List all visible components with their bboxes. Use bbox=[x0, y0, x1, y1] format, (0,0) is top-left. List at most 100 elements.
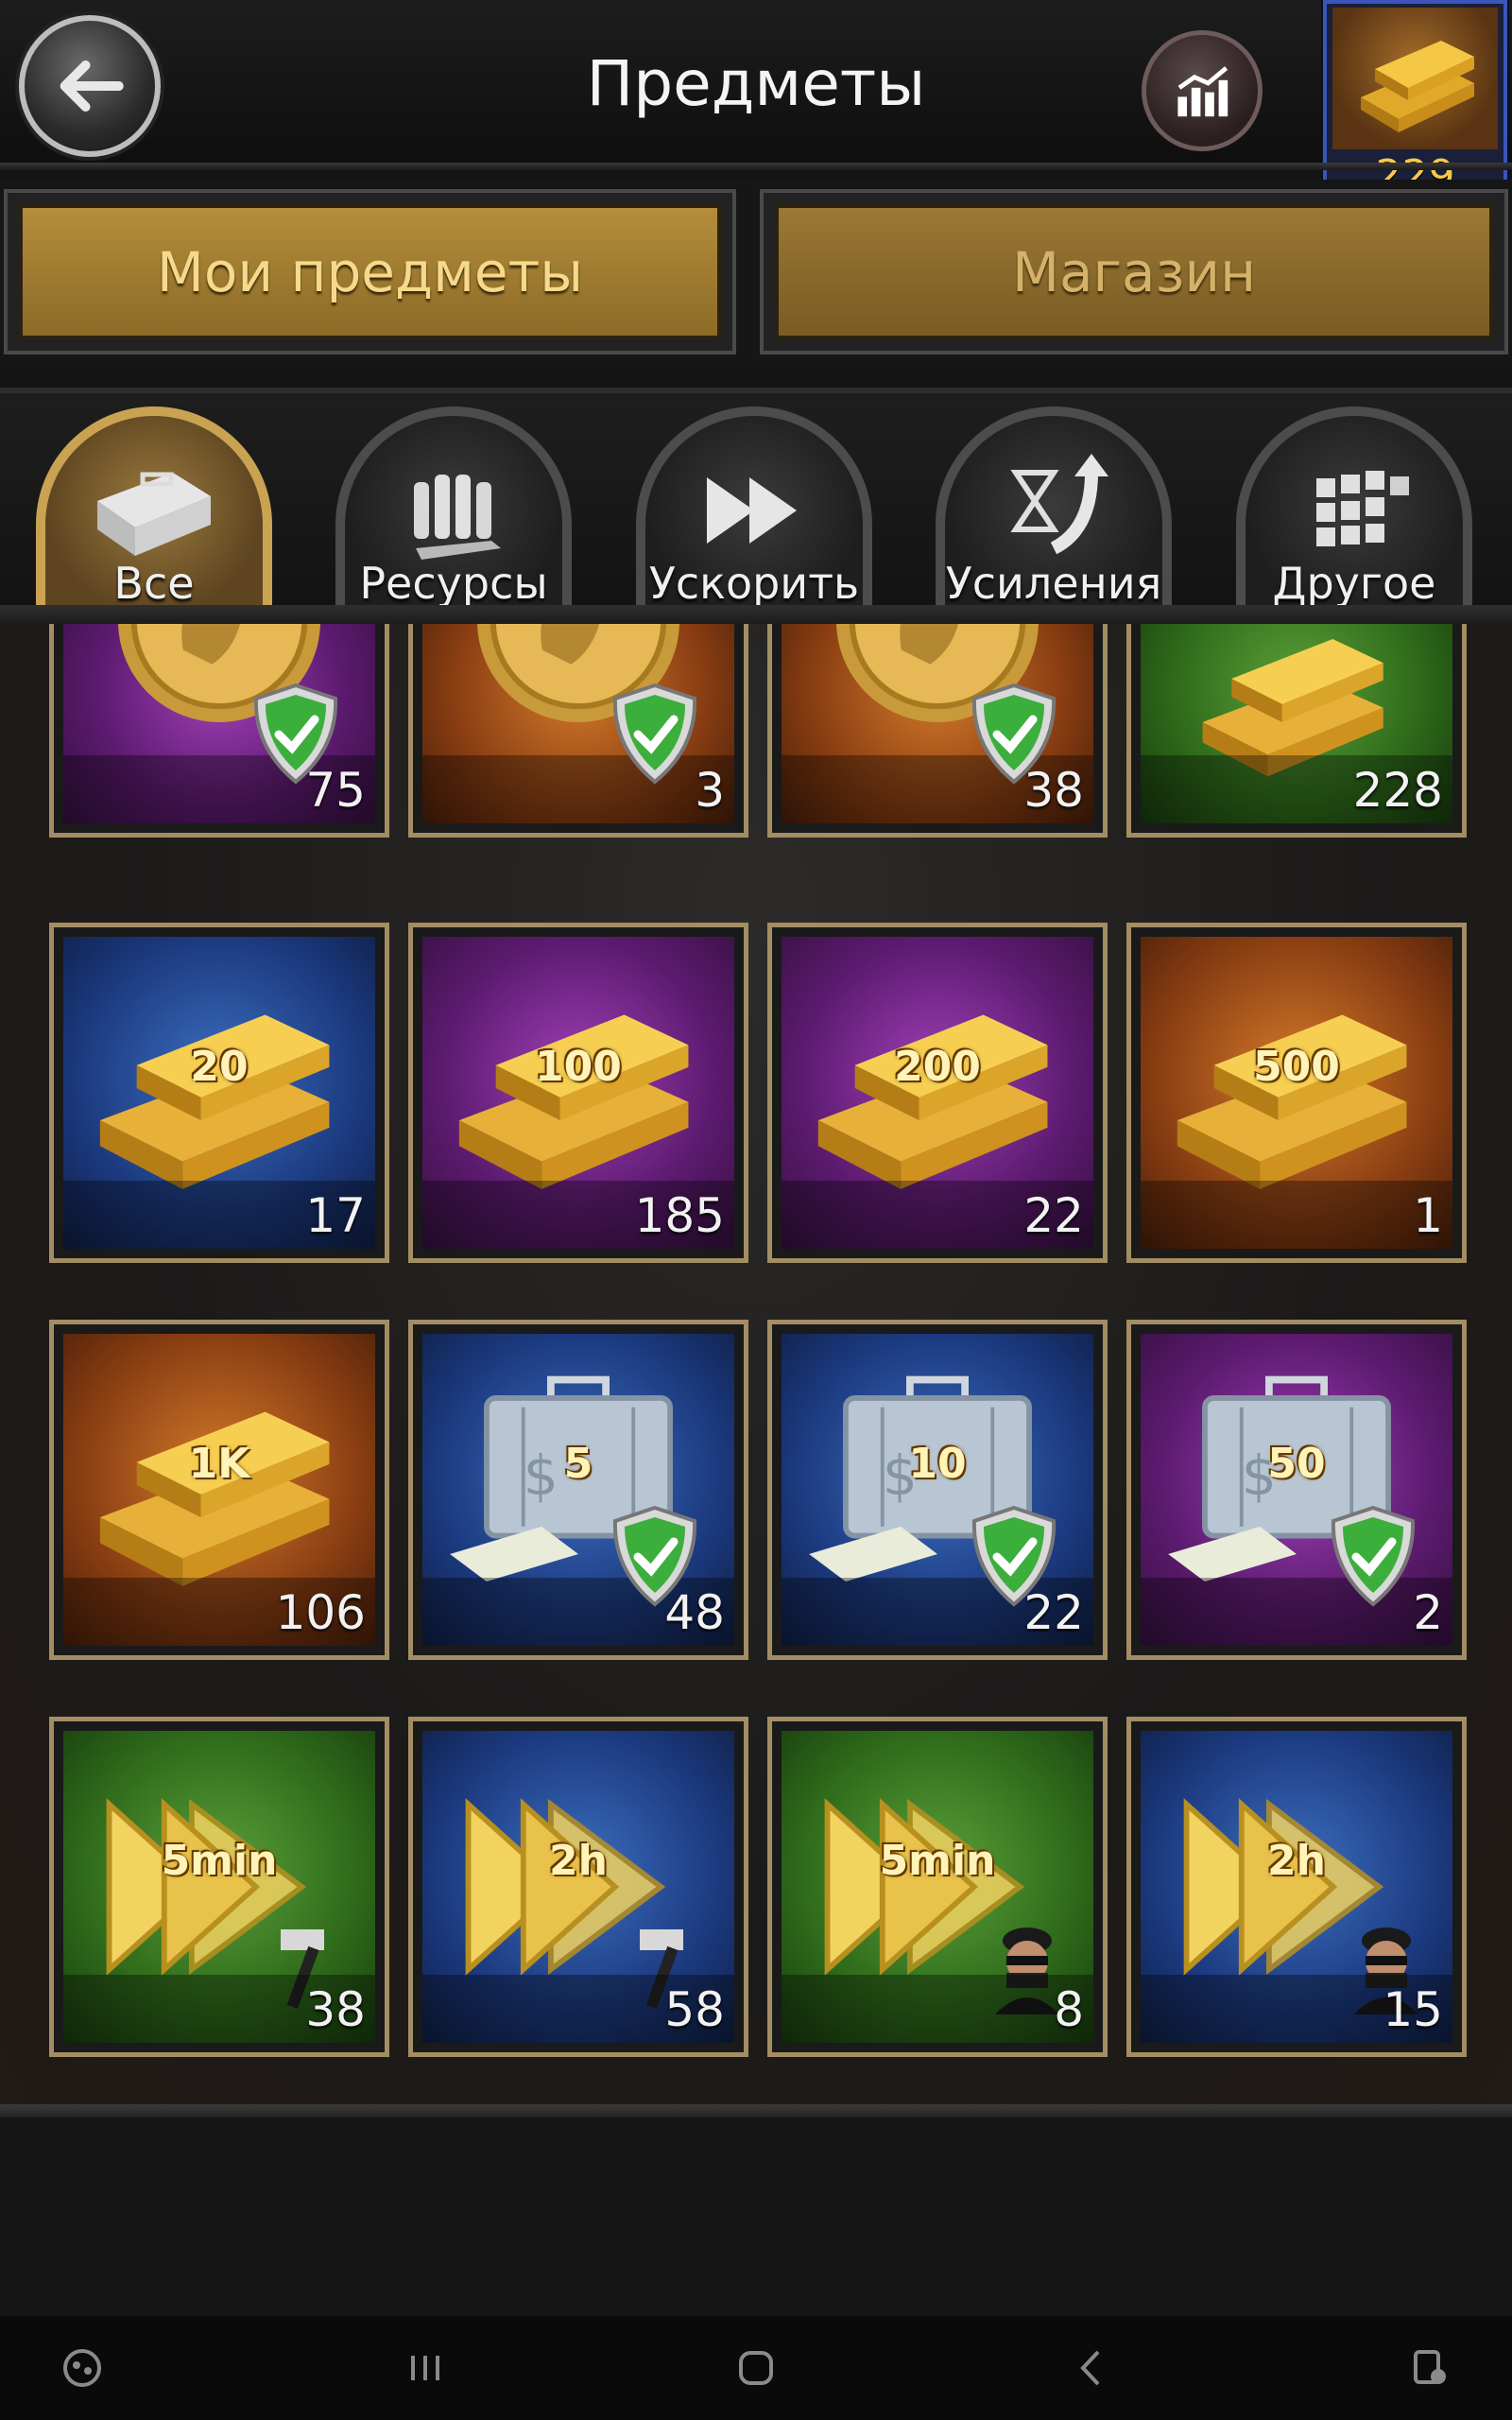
tab-other[interactable]: Другое bbox=[1236, 406, 1472, 616]
item-value: 120 bbox=[63, 624, 375, 626]
item-quantity: 22 bbox=[1023, 1585, 1084, 1640]
gold-balance[interactable]: 229 bbox=[1323, 0, 1507, 203]
item-quantity: 38 bbox=[305, 1982, 366, 2037]
item-value: 10 bbox=[908, 1440, 967, 1489]
item-tile: 2h 58 bbox=[422, 1731, 734, 2043]
item-value: 100 bbox=[535, 1043, 622, 1092]
item-tile: 120 75 bbox=[63, 624, 375, 823]
home-icon[interactable] bbox=[732, 2344, 780, 2392]
item-value: 50 bbox=[1267, 1440, 1326, 1489]
item-quantity: 48 bbox=[664, 1585, 725, 1640]
item-quantity: 1 bbox=[1413, 1188, 1443, 1243]
item-tile: 5min 8 bbox=[782, 1731, 1093, 2043]
tab-shop[interactable]: Магазин bbox=[760, 189, 1508, 354]
tab-speedup[interactable]: Ускорить bbox=[636, 406, 872, 616]
item-tile: 5min 38 bbox=[63, 1731, 375, 2043]
item-slot[interactable]: 500 1 bbox=[1126, 923, 1467, 1263]
empty-footer bbox=[0, 2118, 1512, 2316]
back-icon[interactable] bbox=[1068, 2344, 1115, 2392]
item-value: 20 bbox=[190, 1043, 249, 1092]
item-slot[interactable]: 200 22 bbox=[767, 923, 1108, 1263]
item-value: 500 bbox=[1253, 1043, 1340, 1092]
assistant-icon[interactable] bbox=[1406, 2344, 1453, 2392]
item-tile: 200 22 bbox=[782, 937, 1093, 1249]
item-quantity: 3 bbox=[695, 763, 725, 818]
item-value: 600 bbox=[782, 624, 1093, 626]
item-quantity: 228 bbox=[1352, 763, 1443, 818]
hourglass-boost-icon bbox=[1010, 454, 1108, 555]
item-slot[interactable]: 20 17 bbox=[49, 923, 389, 1263]
item-slot[interactable]: 2h 15 bbox=[1126, 1717, 1467, 2057]
game-icon[interactable] bbox=[59, 2344, 106, 2392]
item-tile: $5 48 bbox=[422, 1334, 734, 1646]
gold-bar-icon bbox=[1332, 8, 1498, 149]
item-grid: 12075300360038522820171001852002250011K1… bbox=[0, 624, 1512, 2118]
tab-my-items[interactable]: Мои предметы bbox=[4, 189, 736, 354]
item-value: 5 bbox=[563, 1440, 593, 1489]
item-value: 5min bbox=[879, 1837, 996, 1886]
tab-all-label: Все bbox=[113, 558, 195, 609]
item-tile: 5 228 bbox=[1141, 624, 1452, 823]
page-title: Предметы bbox=[586, 47, 926, 120]
tab-boosts[interactable]: Усиления bbox=[936, 406, 1172, 616]
shield-check-icon bbox=[1331, 1505, 1416, 1607]
item-tile: 20 17 bbox=[63, 937, 375, 1249]
item-value: 2h bbox=[1267, 1837, 1326, 1886]
item-value: 300 bbox=[422, 624, 734, 626]
briefcase-icon bbox=[97, 472, 211, 556]
tab-all[interactable]: Все bbox=[36, 406, 272, 616]
item-tile: 1K 106 bbox=[63, 1334, 375, 1646]
qty-shade bbox=[1141, 1181, 1452, 1249]
item-quantity: 8 bbox=[1054, 1982, 1084, 2037]
item-slot[interactable]: 300 3 bbox=[408, 624, 748, 838]
recent-apps-icon[interactable] bbox=[402, 2344, 449, 2392]
item-tile: 100 185 bbox=[422, 937, 734, 1249]
shield-check-icon bbox=[612, 683, 697, 785]
item-quantity: 15 bbox=[1383, 1982, 1443, 2037]
grid-blocks-icon bbox=[1316, 471, 1409, 546]
item-tile: 300 3 bbox=[422, 624, 734, 823]
stats-button[interactable] bbox=[1142, 30, 1263, 151]
item-slot[interactable]: $10 22 bbox=[767, 1320, 1108, 1660]
item-quantity: 75 bbox=[305, 763, 366, 818]
fast-forward-icon bbox=[707, 477, 797, 544]
item-value: 5min bbox=[161, 1837, 278, 1886]
ammo-icon bbox=[414, 475, 501, 560]
item-value: 5 bbox=[1141, 624, 1452, 626]
system-nav-bar bbox=[0, 2316, 1512, 2420]
item-quantity: 58 bbox=[664, 1982, 725, 2037]
item-slot[interactable]: 120 75 bbox=[49, 624, 389, 838]
category-tabs: Все Ресурсы Ускорить Усиления Другое bbox=[0, 388, 1512, 624]
item-quantity: 106 bbox=[275, 1585, 366, 1640]
tab-boosts-label: Усиления bbox=[945, 558, 1162, 609]
qty-shade bbox=[782, 1975, 1093, 2043]
item-value: 2h bbox=[549, 1837, 608, 1886]
item-slot[interactable]: 100 185 bbox=[408, 923, 748, 1263]
item-slot[interactable]: 5 228 bbox=[1126, 624, 1467, 838]
top-bar: Предметы 229 bbox=[0, 0, 1512, 203]
item-slot[interactable]: 1K 106 bbox=[49, 1320, 389, 1660]
main-tabs: Мои предметы Магазин bbox=[0, 180, 1512, 369]
item-tile: 500 1 bbox=[1141, 937, 1452, 1249]
tab-resources[interactable]: Ресурсы bbox=[335, 406, 572, 616]
item-tile: 2h 15 bbox=[1141, 1731, 1452, 2043]
item-tile: 600 38 bbox=[782, 624, 1093, 823]
item-slot[interactable]: 2h 58 bbox=[408, 1717, 748, 2057]
tab-my-items-label: Мои предметы bbox=[156, 239, 584, 304]
bar-chart-icon bbox=[1177, 66, 1228, 117]
tab-other-label: Другое bbox=[1272, 558, 1436, 609]
item-tile: $50 2 bbox=[1141, 1334, 1452, 1646]
item-quantity: 185 bbox=[634, 1188, 725, 1243]
item-slot[interactable]: 600 38 bbox=[767, 624, 1108, 838]
item-slot[interactable]: $50 2 bbox=[1126, 1320, 1467, 1660]
item-value: 200 bbox=[894, 1043, 981, 1092]
item-quantity: 38 bbox=[1023, 763, 1084, 818]
item-slot[interactable]: 5min 8 bbox=[767, 1717, 1108, 2057]
item-quantity: 17 bbox=[305, 1188, 366, 1243]
item-quantity: 22 bbox=[1023, 1188, 1084, 1243]
tab-shop-label: Магазин bbox=[1011, 239, 1257, 304]
tab-resources-label: Ресурсы bbox=[359, 558, 548, 609]
item-slot[interactable]: 5min 38 bbox=[49, 1717, 389, 2057]
tab-speedup-label: Ускорить bbox=[648, 558, 860, 609]
item-slot[interactable]: $5 48 bbox=[408, 1320, 748, 1660]
